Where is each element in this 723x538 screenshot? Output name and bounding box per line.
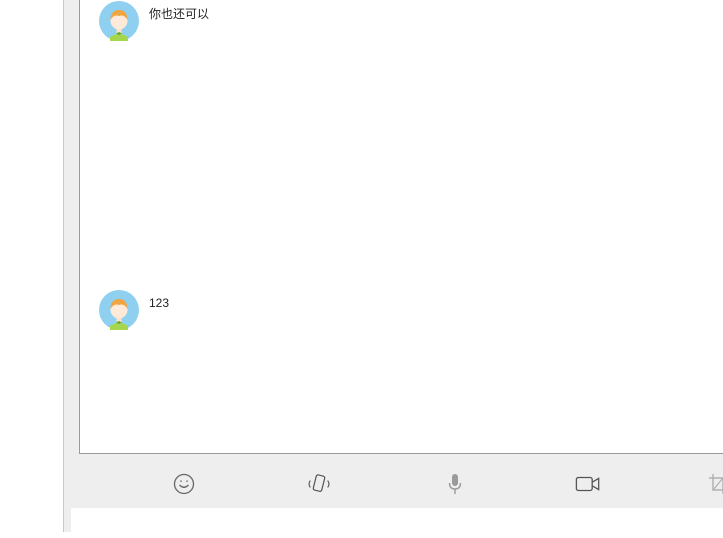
shake-window-button[interactable] (306, 471, 332, 497)
emoji-smile-icon (173, 473, 195, 495)
chat-toolbar (64, 455, 723, 508)
microphone-icon (448, 474, 462, 494)
left-panel (0, 0, 63, 532)
shake-window-icon (308, 474, 330, 492)
avatar[interactable] (99, 290, 139, 330)
message-text: 你也还可以 (149, 7, 210, 21)
screenshot-button[interactable] (705, 471, 723, 497)
screenshot-crop-icon (709, 474, 723, 494)
avatar[interactable] (99, 1, 139, 41)
video-camera-icon (575, 476, 600, 492)
emoji-button[interactable] (171, 471, 197, 497)
message-history[interactable]: 你也还可以 123 (79, 0, 723, 454)
video-call-button[interactable] (575, 471, 601, 497)
voice-button[interactable] (442, 471, 468, 497)
message-text: 123 (149, 296, 170, 310)
message-input[interactable] (71, 508, 723, 538)
